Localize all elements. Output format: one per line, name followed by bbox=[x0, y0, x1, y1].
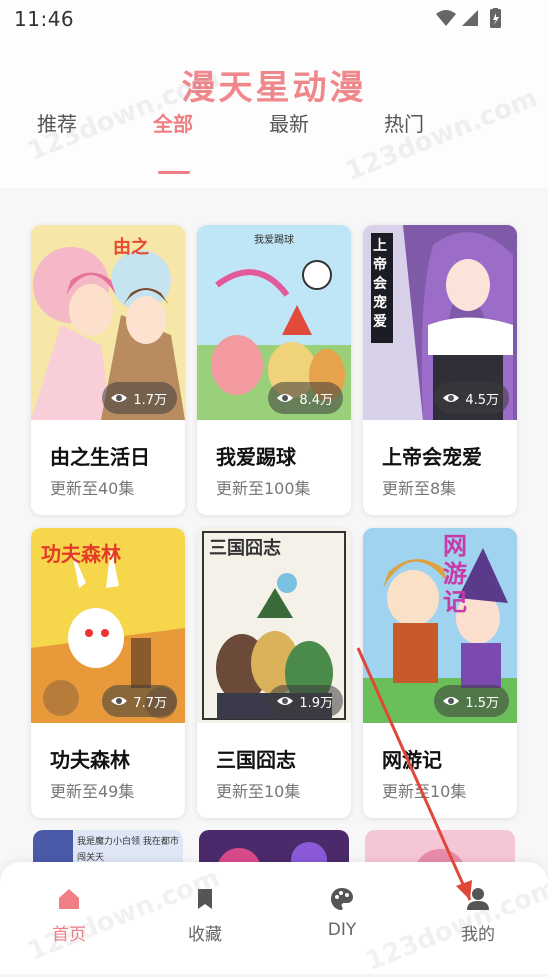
comic-card[interactable]: 三国囧志 1.9万 三国囧志 更新至10集 bbox=[197, 528, 351, 818]
views-count: 1.7万 bbox=[133, 392, 167, 408]
comic-episodes: 更新至49集 bbox=[50, 782, 135, 801]
nav-label: 收藏 bbox=[188, 925, 222, 945]
views-count: 1.5万 bbox=[465, 695, 499, 711]
views-count: 7.7万 bbox=[133, 695, 167, 711]
eye-icon bbox=[277, 697, 294, 705]
comic-episodes: 更新至100集 bbox=[216, 479, 311, 498]
nav-home[interactable]: 首页 bbox=[29, 886, 109, 945]
home-icon bbox=[59, 889, 79, 909]
views-badge: 4.5万 bbox=[434, 382, 509, 414]
comic-card[interactable]: 功夫森林 7.7万 功夫森林 更新至49集 bbox=[31, 528, 185, 818]
nav-label: DIY bbox=[327, 920, 357, 940]
cover-title-text: 我爱踢球 bbox=[254, 233, 294, 246]
eye-icon bbox=[277, 394, 294, 402]
eye-icon bbox=[111, 394, 128, 402]
views-count: 8.4万 bbox=[299, 392, 333, 408]
nav-favorites[interactable]: 收藏 bbox=[165, 886, 245, 945]
comic-card[interactable]: 网游记 1.5万 网游记 更新至10集 bbox=[363, 528, 517, 818]
tab-recommend[interactable]: 推荐 bbox=[37, 108, 77, 137]
cover-title-text: 功夫森林 bbox=[41, 542, 121, 566]
nav-label: 首页 bbox=[52, 925, 86, 945]
nav-diy[interactable]: DIY bbox=[302, 886, 382, 940]
comic-cover: 由之 1.7万 bbox=[31, 225, 185, 420]
comic-title: 我爱踢球 bbox=[216, 445, 296, 469]
active-tab-indicator bbox=[158, 171, 190, 174]
comic-title: 三国囧志 bbox=[216, 748, 296, 772]
views-badge: 1.7万 bbox=[102, 382, 177, 414]
nav-label: 我的 bbox=[461, 925, 495, 945]
comic-card[interactable]: 我爱踢球 8.4万 我爱踢球 更新至100集 bbox=[197, 225, 351, 515]
comic-title: 上帝会宠爱 bbox=[382, 445, 482, 469]
comic-cover: 三国囧志 1.9万 bbox=[197, 528, 351, 723]
views-count: 4.5万 bbox=[465, 392, 499, 408]
comic-episodes: 更新至10集 bbox=[216, 782, 301, 801]
comic-cover: 功夫森林 7.7万 bbox=[31, 528, 185, 723]
cover-title-text: 网游记 bbox=[443, 532, 467, 616]
comic-cover: 网游记 1.5万 bbox=[363, 528, 517, 723]
nav-mine[interactable]: 我的 bbox=[438, 886, 518, 945]
palette-icon bbox=[331, 888, 353, 910]
app-title: 漫天星动漫 bbox=[181, 68, 367, 108]
views-badge: 1.9万 bbox=[268, 685, 343, 717]
comic-card[interactable]: 由之 1.7万 由之生活日 更新至40集 bbox=[31, 225, 185, 515]
comic-cover: 我爱踢球 8.4万 bbox=[197, 225, 351, 420]
svg-text:由之: 由之 bbox=[113, 236, 149, 258]
person-icon bbox=[467, 888, 489, 910]
cover-title-text: 上帝会宠爱 bbox=[373, 238, 387, 330]
views-badge: 1.5万 bbox=[434, 685, 509, 717]
tab-hot[interactable]: 热门 bbox=[384, 108, 424, 137]
eye-icon bbox=[111, 697, 128, 705]
comic-episodes: 更新至8集 bbox=[382, 479, 457, 498]
tab-all[interactable]: 全部 bbox=[153, 108, 193, 137]
comic-card[interactable]: 上帝会宠爱 4.5万 上帝会宠爱 更新至8集 bbox=[363, 225, 517, 515]
comic-title: 网游记 bbox=[382, 748, 442, 772]
views-badge: 7.7万 bbox=[102, 685, 177, 717]
tab-latest[interactable]: 最新 bbox=[269, 108, 309, 137]
cover-title-text: 三国囧志 bbox=[209, 538, 281, 559]
comic-episodes: 更新至10集 bbox=[382, 782, 467, 801]
views-badge: 8.4万 bbox=[268, 382, 343, 414]
comic-title: 功夫森林 bbox=[50, 748, 130, 772]
eye-icon bbox=[443, 697, 460, 705]
comic-title: 由之生活日 bbox=[50, 445, 150, 469]
eye-icon bbox=[443, 394, 460, 402]
status-time: 11:46 bbox=[14, 7, 75, 31]
bottom-nav: 首页 收藏 DIY 我的 bbox=[0, 862, 548, 974]
comic-cover: 上帝会宠爱 4.5万 bbox=[363, 225, 517, 420]
signal-battery-icon bbox=[436, 8, 501, 28]
views-count: 1.9万 bbox=[299, 695, 333, 711]
status-icons bbox=[434, 8, 508, 30]
bookmark-icon bbox=[198, 889, 212, 909]
status-bar: 11:46 bbox=[0, 0, 548, 38]
comic-episodes: 更新至40集 bbox=[50, 479, 135, 498]
